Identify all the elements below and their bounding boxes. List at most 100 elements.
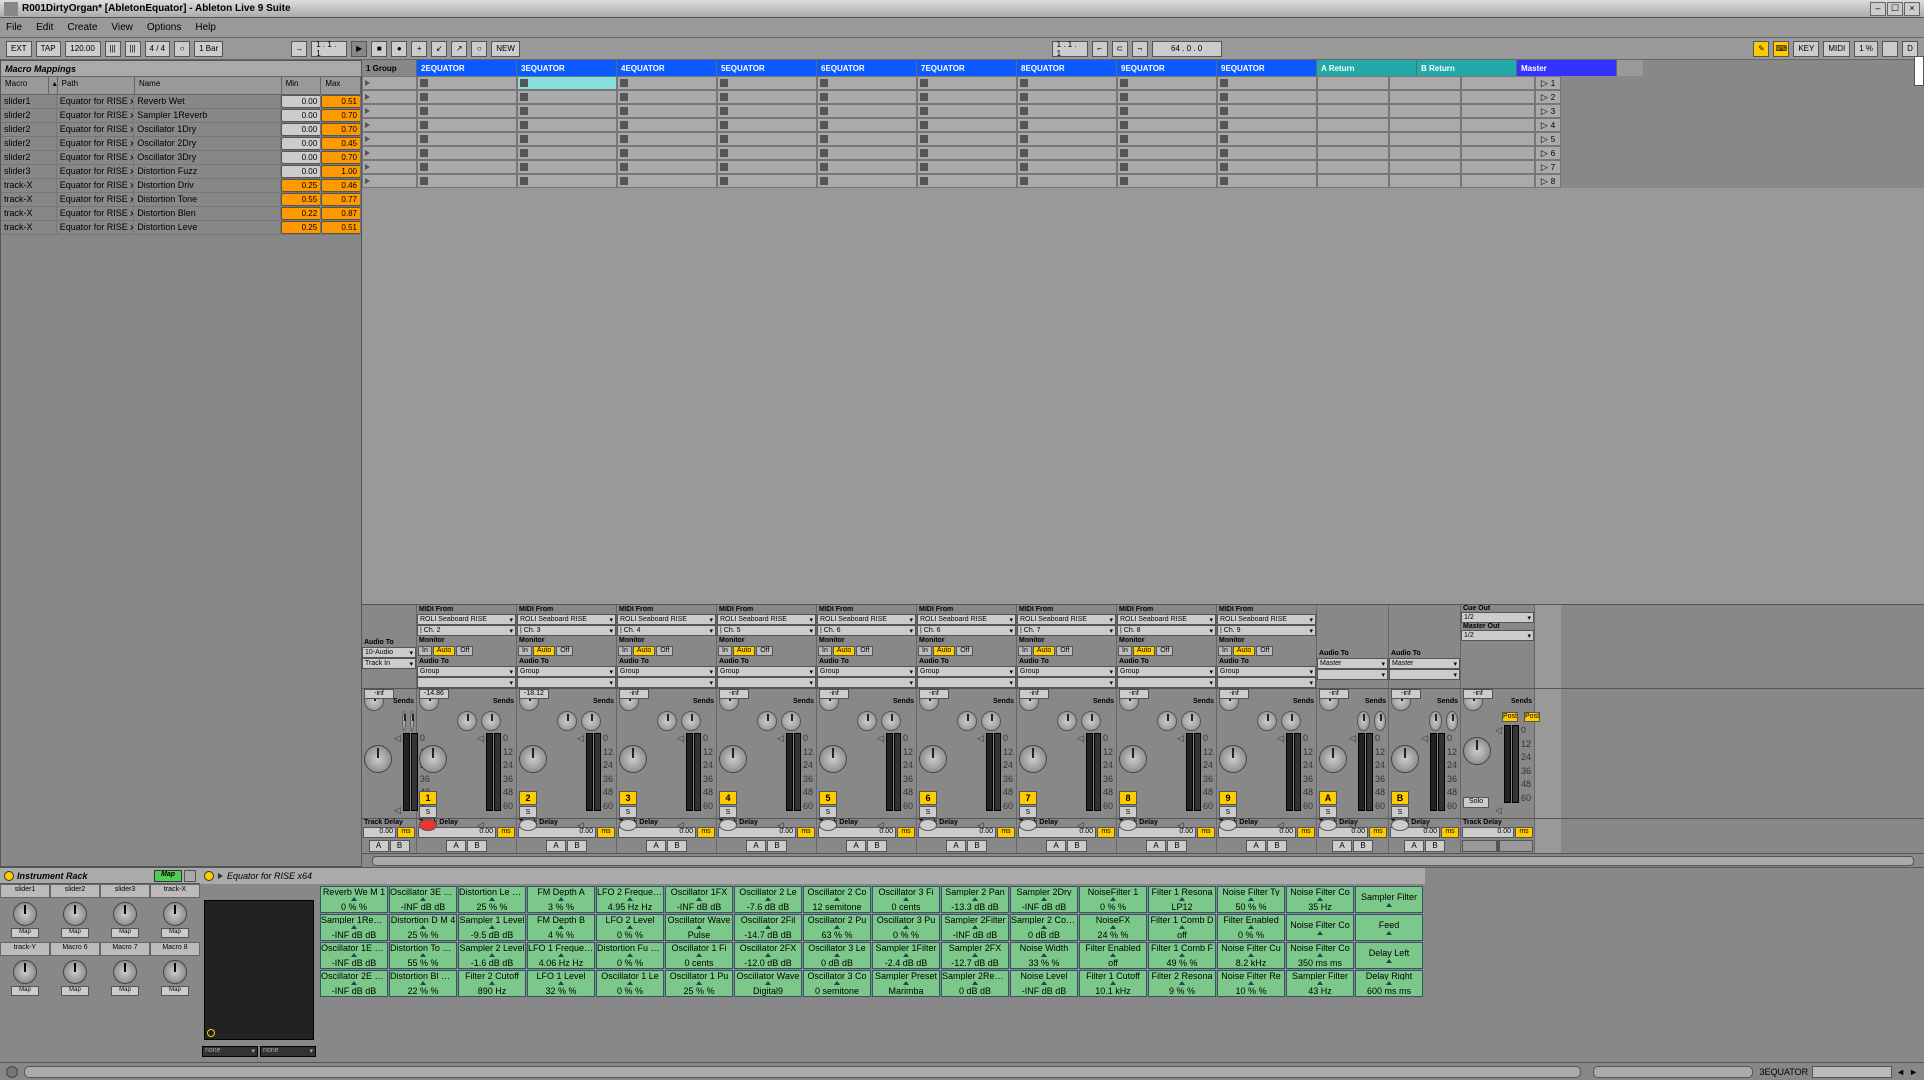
maximize-button[interactable]: ☐ — [1887, 2, 1903, 16]
macro-tab-6[interactable]: Macro 6 — [50, 942, 100, 956]
macro-knob-8[interactable] — [163, 960, 187, 984]
col-path[interactable]: Path — [58, 77, 135, 94]
parameter-cell[interactable]: Oscillator 3 Pu 0 % % — [872, 914, 940, 941]
parameter-cell[interactable]: Filter 1 Cutoff 10.1 kHz — [1079, 970, 1147, 997]
parameter-cell[interactable]: Oscillator 1 Pu 25 % % — [665, 970, 733, 997]
parameter-cell[interactable]: Sampler Preset Marimba — [872, 970, 940, 997]
device-dd-1[interactable]: none — [202, 1046, 258, 1057]
parameter-cell[interactable]: Feed — [1355, 914, 1423, 941]
clip-slot[interactable] — [617, 174, 717, 188]
parameter-cell[interactable]: Oscillator 3 Le 0 dB dB — [803, 942, 871, 969]
clip-slot[interactable] — [617, 118, 717, 132]
macro-map-6[interactable]: Map — [61, 986, 89, 996]
clip-slot[interactable] — [917, 90, 1017, 104]
clip-slot[interactable] — [917, 76, 1017, 90]
send-b-knob[interactable] — [1181, 711, 1201, 731]
volume-fader[interactable] — [1358, 733, 1365, 811]
horizontal-scrollbar[interactable] — [362, 853, 1924, 867]
clip-slot[interactable] — [517, 132, 617, 146]
clip-slot[interactable] — [817, 160, 917, 174]
parameter-cell[interactable]: Filter Enabled off — [1079, 942, 1147, 969]
parameter-cell[interactable]: Oscillator 2 Pu 63 % % — [803, 914, 871, 941]
clip-slot[interactable] — [617, 76, 717, 90]
send-a-knob[interactable] — [657, 711, 677, 731]
parameter-cell[interactable]: Noise Filter Co — [1286, 914, 1354, 941]
macro-tab-7[interactable]: Macro 7 — [100, 942, 150, 956]
parameter-cell[interactable]: Filter Enabled 0 % % — [1217, 914, 1285, 941]
clip-slot[interactable] — [517, 76, 617, 90]
pan-knob[interactable] — [819, 745, 847, 773]
status-right-icon[interactable]: ► — [1909, 1067, 1918, 1077]
parameter-cell[interactable]: Noise Filter Ty 50 % % — [1217, 886, 1285, 913]
clip-slot[interactable] — [617, 90, 717, 104]
parameter-cell[interactable]: Noise Filter Cu 8.2 kHz — [1217, 942, 1285, 969]
send-a-knob[interactable] — [557, 711, 577, 731]
macro-knob-4[interactable] — [163, 902, 187, 926]
clip-slot[interactable] — [1017, 146, 1117, 160]
d-button[interactable]: D — [1902, 41, 1918, 57]
clip-slot[interactable] — [617, 104, 717, 118]
parameter-cell[interactable]: Oscillator 2 Le -7.6 dB dB — [734, 886, 802, 913]
volume-fader[interactable] — [686, 733, 693, 811]
parameter-cell[interactable]: Oscillator Wave Digital9 — [734, 970, 802, 997]
pan-knob[interactable] — [1319, 745, 1347, 773]
macro-knob-5[interactable] — [13, 960, 37, 984]
pan-knob[interactable] — [1463, 737, 1491, 765]
scene-launch[interactable]: ▷4 — [1535, 118, 1561, 132]
scene-launch[interactable]: ▷3 — [1535, 104, 1561, 118]
track-header[interactable]: 3EQUATOR — [517, 60, 617, 76]
track-header[interactable]: 1 Group — [362, 60, 417, 76]
track-header[interactable]: Master — [1517, 60, 1617, 76]
clip-slot[interactable] — [817, 132, 917, 146]
clip-slot[interactable] — [1217, 118, 1317, 132]
clip-slot[interactable] — [362, 132, 417, 146]
clip-slot[interactable] — [917, 118, 1017, 132]
parameter-cell[interactable]: Noise Filter Co 35 Hz — [1286, 886, 1354, 913]
parameter-cell[interactable]: Oscillator 2Fil -14.7 dB dB — [734, 914, 802, 941]
parameter-cell[interactable]: Oscillator 3 Co 0 semitone — [803, 970, 871, 997]
send-b-knob[interactable] — [410, 711, 414, 731]
pan-knob[interactable] — [519, 745, 547, 773]
track-header[interactable]: A Return — [1317, 60, 1417, 76]
volume-fader[interactable] — [1504, 725, 1511, 803]
punch-in-button[interactable]: ⌐ — [1092, 41, 1108, 57]
volume-fader[interactable] — [986, 733, 993, 811]
clip-slot[interactable] — [1217, 104, 1317, 118]
parameter-cell[interactable]: Distortion Le M 425 % % — [458, 886, 526, 913]
clip-slot[interactable] — [417, 90, 517, 104]
clip-slot[interactable] — [417, 76, 517, 90]
macro-row[interactable]: track-XEquator for RISE x64Distortion Dr… — [1, 179, 361, 193]
menu-edit[interactable]: Edit — [36, 22, 53, 33]
macro-knob-7[interactable] — [113, 960, 137, 984]
clip-slot[interactable] — [817, 90, 917, 104]
clip-slot[interactable] — [917, 160, 1017, 174]
macro-knob-3[interactable] — [113, 902, 137, 926]
scene-launch[interactable]: ▷2 — [1535, 90, 1561, 104]
parameter-cell[interactable]: FM Depth B 4 % % — [527, 914, 595, 941]
macro-row[interactable]: slider1Equator for RISE x64Reverb Wet0.0… — [1, 95, 361, 109]
send-a-knob[interactable] — [1057, 711, 1077, 731]
scene-launch[interactable]: ▷6 — [1535, 146, 1561, 160]
rack-save-button[interactable] — [184, 870, 196, 882]
pan-knob[interactable] — [919, 745, 947, 773]
macro-map-5[interactable]: Map — [11, 986, 39, 996]
io-toggle[interactable] — [1914, 56, 1924, 86]
volume-fader[interactable] — [1086, 733, 1093, 811]
parameter-cell[interactable]: Sampler 2Dry -INF dB dB — [1010, 886, 1078, 913]
clip-slot[interactable] — [1117, 76, 1217, 90]
send-b-knob[interactable] — [1374, 711, 1387, 731]
send-b-knob[interactable] — [581, 711, 601, 731]
clip-slot[interactable] — [817, 174, 917, 188]
clip-slot[interactable] — [362, 76, 417, 90]
track-header[interactable]: 8EQUATOR — [1017, 60, 1117, 76]
tempo-field[interactable]: 120.00 — [65, 41, 101, 57]
send-a-knob[interactable] — [1357, 711, 1370, 731]
scene-launch[interactable]: ▷8 — [1535, 174, 1561, 188]
computer-midi-button[interactable]: ⌨ — [1773, 41, 1789, 57]
menu-view[interactable]: View — [111, 22, 133, 33]
quantize-field[interactable]: 1 Bar — [194, 41, 223, 57]
record-button[interactable]: ● — [391, 41, 407, 57]
clip-slot[interactable] — [717, 132, 817, 146]
clip-slot[interactable] — [417, 132, 517, 146]
pan-knob[interactable] — [1119, 745, 1147, 773]
